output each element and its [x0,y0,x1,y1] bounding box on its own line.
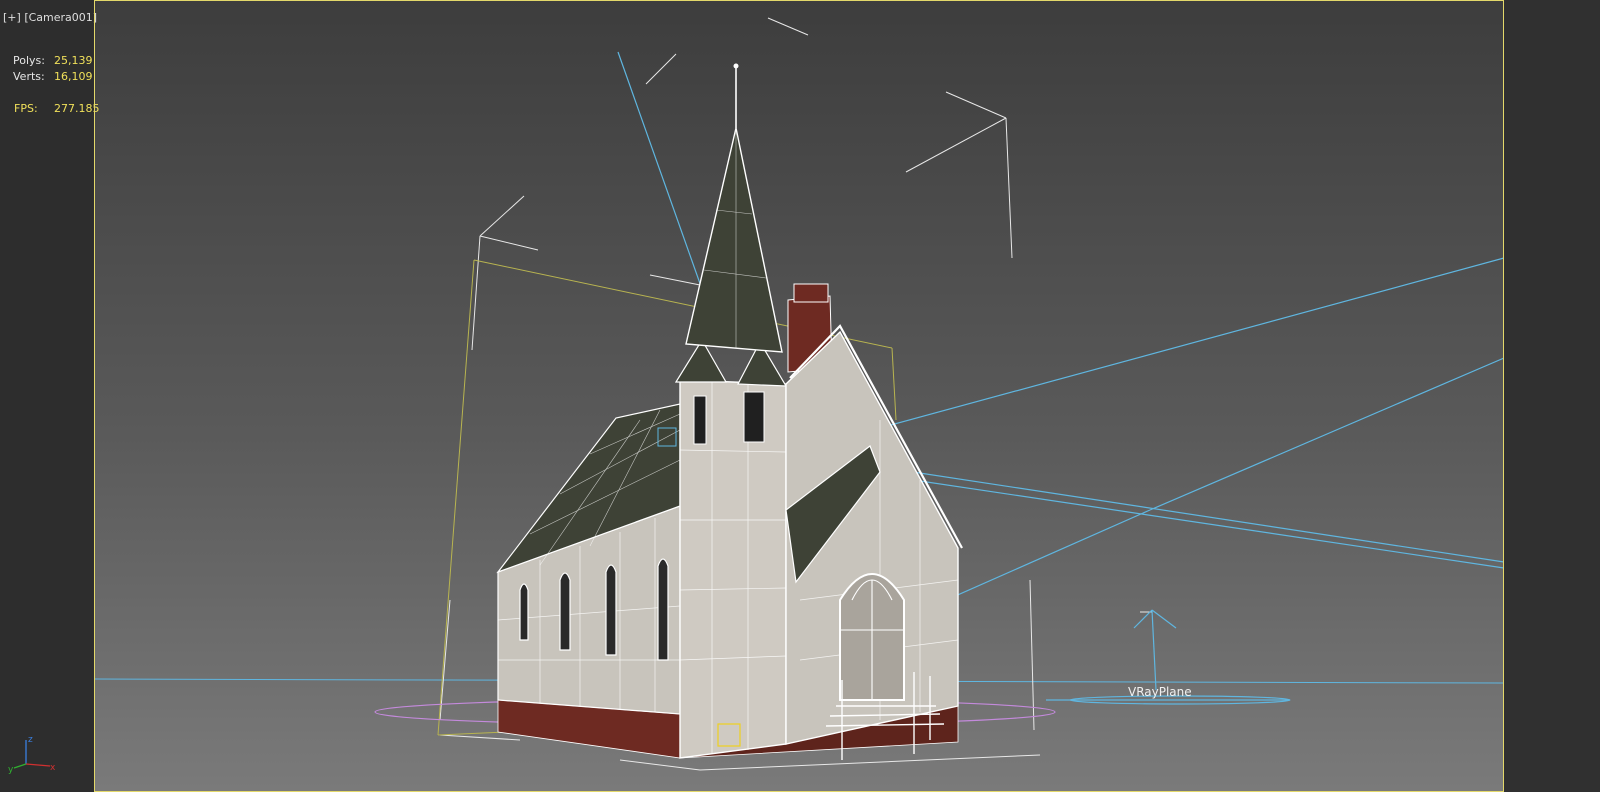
scene-canvas [94,17,1504,771]
verts-label: Verts: [13,70,45,83]
viewport-label[interactable]: [+] [Camera001] [3,11,97,24]
axis-y-label: y [8,765,14,774]
polys-label: Polys: [13,54,45,67]
fps-value: 277.185 [54,102,100,115]
viewport-right-margin [1504,0,1600,792]
verts-value: 16,109 [54,70,93,83]
viewport-menu-button[interactable]: [+] [3,11,21,24]
church-model [496,63,963,760]
fps-label: FPS: [14,102,38,115]
axis-x-label: x [50,763,56,773]
viewport-camera-name[interactable]: [Camera001] [24,11,97,24]
vrayplane-label: VRayPlane [1128,685,1192,699]
camera-viewport[interactable] [94,0,1504,792]
spire [685,127,783,353]
axis-z-label: z [28,735,33,745]
viewport-overlay-strip [0,0,94,792]
polys-value: 25,139 [54,54,93,67]
world-axis-icon: z x y [8,735,56,774]
